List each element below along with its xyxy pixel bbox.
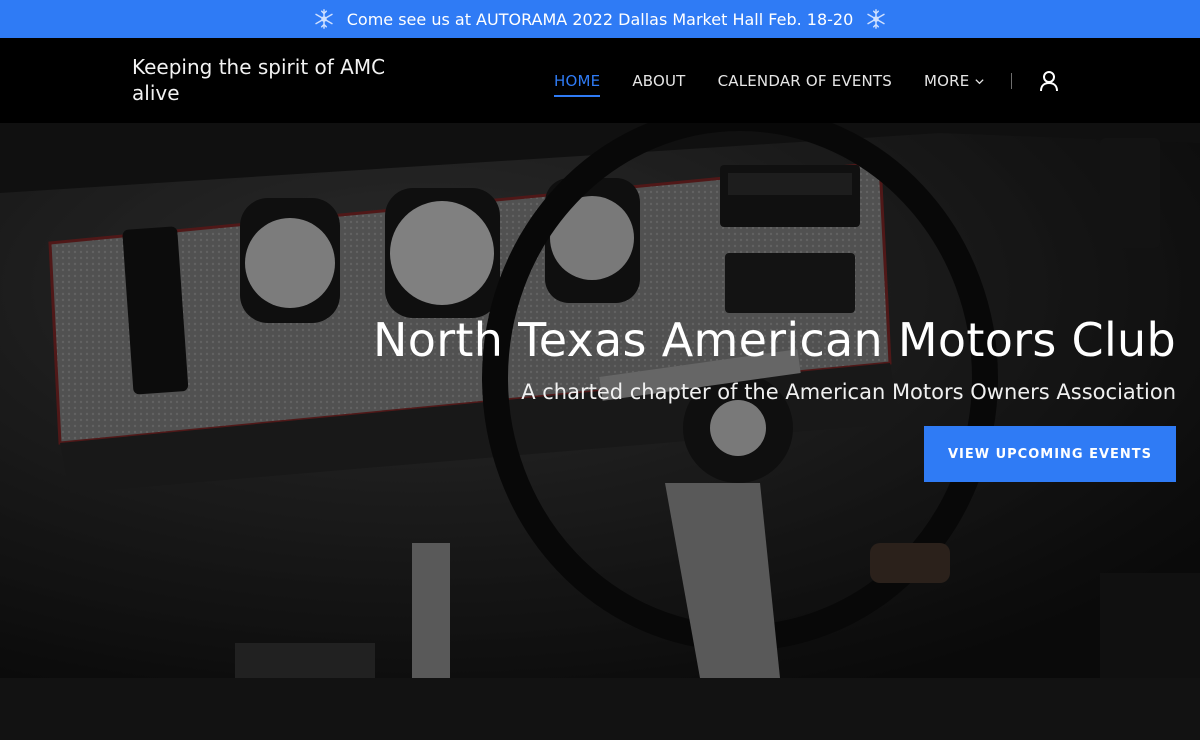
nav-home[interactable]: HOME — [554, 72, 601, 97]
hero-subtitle: A charted chapter of the American Motors… — [521, 380, 1176, 404]
view-upcoming-events-button[interactable]: VIEW UPCOMING EVENTS — [924, 426, 1176, 482]
chevron-down-icon — [975, 78, 985, 84]
nav-about[interactable]: ABOUT — [632, 72, 685, 90]
content-section — [0, 678, 1200, 740]
main-nav: HOME ABOUT CALENDAR OF EVENTS MORE — [554, 70, 1059, 97]
nav-more[interactable]: MORE — [924, 72, 985, 90]
nav-calendar[interactable]: CALENDAR OF EVENTS — [718, 72, 892, 90]
nav-divider — [1011, 73, 1013, 89]
site-header: Keeping the spirit of AMC alive HOME ABO… — [0, 38, 1200, 123]
announcement-text[interactable]: Come see us at AUTORAMA 2022 Dallas Mark… — [347, 10, 854, 29]
site-tagline[interactable]: Keeping the spirit of AMC alive — [132, 54, 412, 106]
snowflake-icon — [867, 9, 885, 29]
nav-more-label: MORE — [924, 72, 970, 90]
hero-section: North Texas American Motors Club A chart… — [0, 123, 1200, 678]
announcement-bar: Come see us at AUTORAMA 2022 Dallas Mark… — [0, 0, 1200, 38]
snowflake-icon — [315, 9, 333, 29]
hero-title: North Texas American Motors Club — [373, 313, 1176, 367]
user-icon[interactable] — [1039, 70, 1059, 92]
